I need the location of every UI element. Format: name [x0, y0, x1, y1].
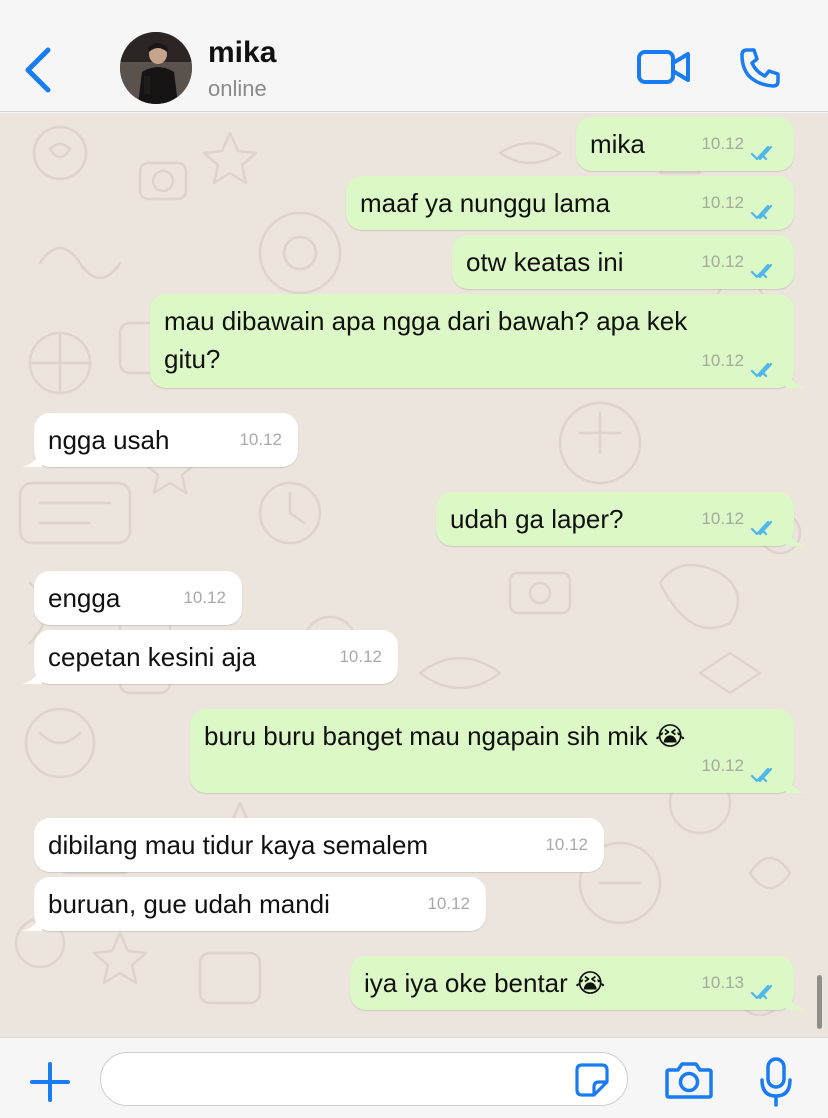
chevron-left-icon	[25, 47, 51, 93]
voice-call-button[interactable]	[738, 46, 782, 90]
read-ticks-icon	[750, 520, 773, 536]
bubble-tail	[786, 368, 806, 388]
message-bubble-outgoing[interactable]: mika 10.12	[576, 117, 794, 171]
read-ticks-icon	[750, 362, 773, 378]
composer-bar	[0, 1037, 828, 1118]
message-time: 10.12	[545, 835, 588, 854]
message-text: buruan, gue udah mandi	[48, 889, 330, 919]
back-button[interactable]	[22, 46, 54, 94]
message-time: 10.12	[339, 647, 382, 666]
message-time: 10.12	[701, 351, 744, 370]
message-time: 10.12	[701, 756, 744, 775]
bubble-tail	[22, 911, 42, 931]
bubble-tail	[22, 447, 42, 467]
contact-name[interactable]: mika	[208, 36, 276, 70]
microphone-button[interactable]	[758, 1056, 794, 1108]
sticker-icon	[575, 1063, 609, 1097]
message-text: mau dibawain apa ngga dari bawah? apa ke…	[164, 306, 688, 374]
chat-area[interactable]: mika 10.12 maaf ya nunggu lama 10.12 otw…	[0, 113, 828, 1037]
message-time: 10.12	[701, 134, 744, 153]
message-bubble-outgoing[interactable]: buru buru banget mau ngapain sih mik 😭 1…	[190, 709, 806, 793]
avatar-image	[120, 32, 192, 104]
message-bubble-outgoing[interactable]: otw keatas ini 10.12	[452, 235, 794, 289]
message-bubble-incoming[interactable]: ngga usah 10.12	[22, 413, 298, 467]
attach-button[interactable]	[28, 1060, 72, 1104]
message-bubble-incoming[interactable]: buruan, gue udah mandi 10.12	[22, 877, 486, 931]
read-ticks-icon	[750, 984, 773, 1000]
sticker-button[interactable]	[574, 1062, 610, 1098]
contact-status: online	[208, 76, 267, 101]
message-bubble-incoming[interactable]: engga 10.12	[34, 571, 242, 625]
message-input[interactable]	[100, 1052, 628, 1106]
message-bubble-incoming[interactable]: cepetan kesini aja 10.12	[22, 630, 398, 684]
bubble-tail	[786, 526, 806, 546]
bubble-tail	[786, 773, 806, 793]
microphone-icon	[760, 1057, 792, 1107]
message-text: cepetan kesini aja	[48, 642, 257, 672]
message-time: 10.12	[701, 252, 744, 271]
message-bubble-outgoing[interactable]: udah ga laper? 10.12	[436, 492, 806, 546]
read-ticks-icon	[750, 145, 773, 161]
message-time: 10.12	[239, 430, 282, 449]
scrollbar[interactable]	[817, 975, 822, 1029]
read-ticks-icon	[750, 204, 773, 220]
message-bubble-outgoing[interactable]: mau dibawain apa ngga dari bawah? apa ke…	[150, 294, 806, 388]
message-text: buru buru banget mau ngapain sih mik 😭	[204, 721, 686, 751]
camera-button[interactable]	[664, 1060, 714, 1100]
message-bubble-outgoing[interactable]: iya iya oke bentar 😭 10.13	[350, 956, 806, 1010]
avatar[interactable]	[120, 32, 192, 104]
message-text: dibilang mau tidur kaya semalem	[48, 830, 429, 860]
message-time: 10.12	[427, 894, 470, 913]
plus-icon	[30, 1062, 70, 1102]
camera-icon	[665, 1062, 713, 1099]
phone-icon	[740, 48, 780, 88]
video-call-button[interactable]	[636, 48, 692, 86]
video-camera-icon	[637, 50, 690, 84]
chat-header: mika online	[0, 0, 828, 112]
bubble-tail	[786, 990, 806, 1010]
read-ticks-icon	[750, 263, 773, 279]
bubble-tail	[22, 664, 42, 684]
message-time: 10.12	[183, 588, 226, 607]
message-time: 10.12	[701, 509, 744, 528]
message-time: 10.12	[701, 193, 744, 212]
message-time: 10.13	[701, 973, 744, 992]
message-bubble-outgoing[interactable]: maaf ya nunggu lama 10.12	[346, 176, 794, 230]
message-bubble-incoming[interactable]: dibilang mau tidur kaya semalem 10.12	[34, 818, 604, 872]
read-ticks-icon	[750, 767, 773, 783]
